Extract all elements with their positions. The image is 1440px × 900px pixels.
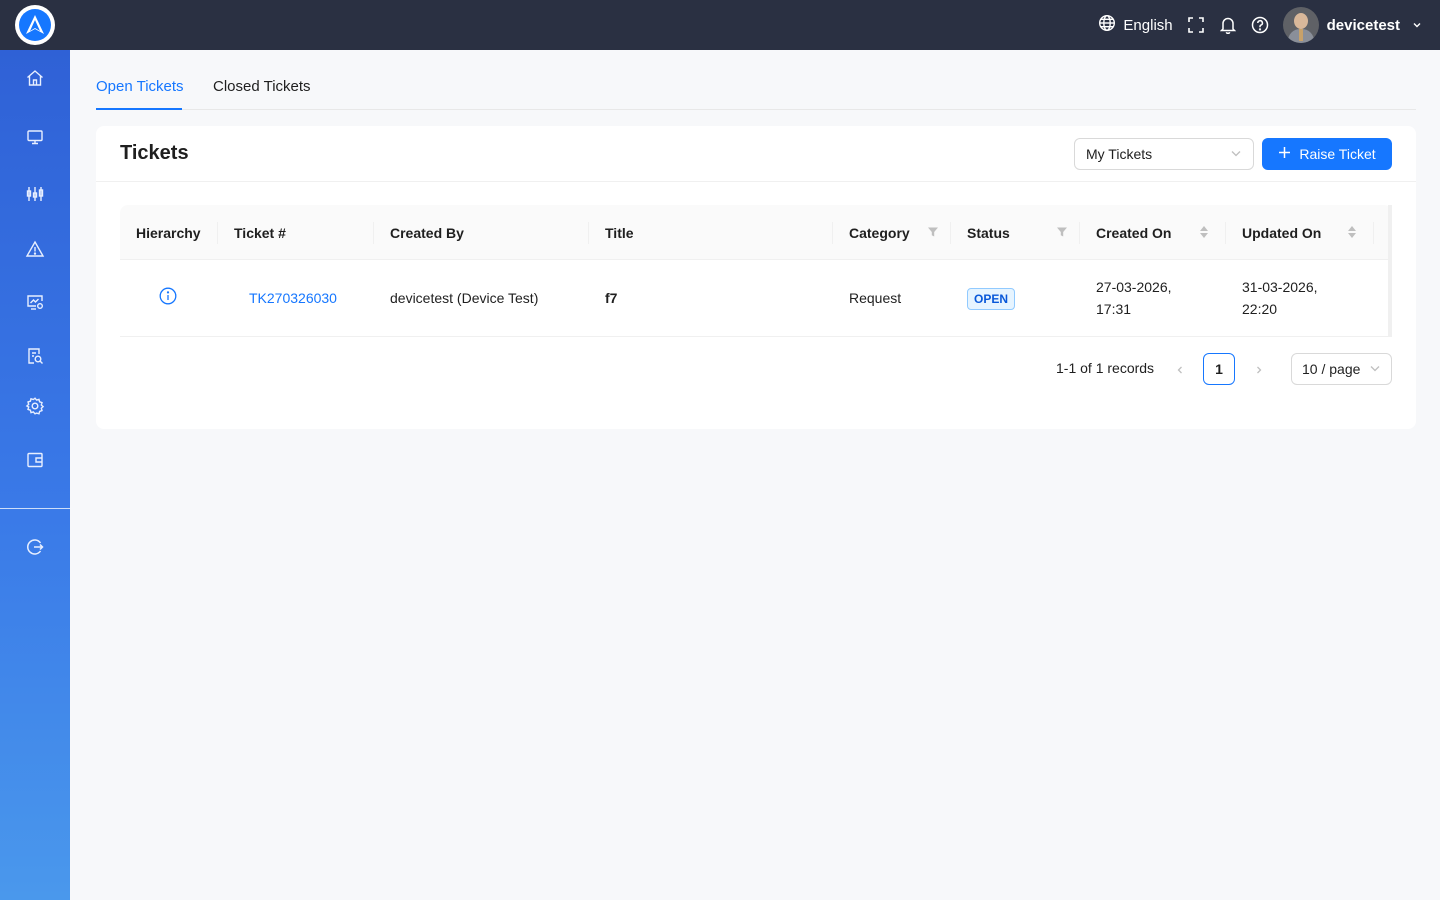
avatar[interactable] [1282, 7, 1319, 43]
sidebar-item-alerts[interactable] [0, 233, 70, 269]
filter-icon[interactable] [927, 225, 939, 243]
gear-icon [25, 396, 45, 421]
sidebar-item-analytics[interactable] [0, 178, 70, 214]
column-header-hierarchy: Hierarchy [136, 224, 201, 241]
records-count: 1-1 of 1 records [1056, 360, 1155, 376]
sort-icon[interactable] [1199, 225, 1209, 244]
home-icon [25, 68, 45, 93]
column-header-created-on: Created On [1096, 224, 1172, 241]
column-header-updated-on: Updated On [1242, 224, 1322, 241]
table-scroll-edge [1388, 205, 1392, 337]
fullscreen-icon[interactable] [1187, 16, 1205, 34]
globe-icon [1098, 14, 1116, 36]
top-bar: English devicetest [0, 0, 1440, 50]
language-label: English [1123, 16, 1173, 34]
chevron-down-icon [1369, 361, 1381, 377]
chevron-down-icon [1230, 146, 1242, 162]
sidebar-item-settings[interactable] [0, 390, 70, 426]
warning-icon [25, 239, 45, 264]
column-header-created-by: Created By [390, 224, 464, 241]
card-header: Tickets My Tickets Raise Ticket [96, 126, 1416, 182]
column-header-category: Category [849, 224, 910, 241]
previous-page-button[interactable] [1168, 358, 1192, 382]
plus-icon [1278, 146, 1291, 162]
page-number-button[interactable]: 1 [1203, 353, 1235, 385]
ticket-filter-select[interactable]: My Tickets [1074, 138, 1254, 170]
next-page-button[interactable] [1247, 358, 1271, 382]
sort-icon[interactable] [1347, 225, 1357, 244]
report-search-icon [25, 346, 45, 371]
tab-closed-tickets[interactable]: Closed Tickets [213, 78, 311, 95]
ticket-filter-value: My Tickets [1086, 146, 1153, 162]
monitor-icon [25, 127, 45, 152]
username-label[interactable]: devicetest [1327, 17, 1400, 34]
bell-icon[interactable] [1219, 16, 1237, 34]
created-by-cell: devicetest (Device Test) [390, 290, 539, 306]
monitor-gear-icon [25, 292, 45, 317]
sidebar-item-logout[interactable] [0, 531, 70, 567]
raise-ticket-label: Raise Ticket [1299, 146, 1376, 162]
logo-mark-icon [19, 9, 51, 41]
category-cell: Request [849, 290, 902, 306]
created-on-time: 17:31 [1096, 301, 1132, 317]
tab-open-tickets[interactable]: Open Tickets [96, 78, 184, 95]
sidebar [0, 50, 70, 900]
filter-icon[interactable] [1056, 225, 1068, 243]
column-header-title: Title [605, 224, 634, 241]
status-badge: OPEN [967, 288, 1016, 310]
raise-ticket-button[interactable]: Raise Ticket [1262, 138, 1392, 170]
table-header: Hierarchy Ticket # Created By Title Cate… [120, 205, 1392, 260]
table-row: TK270326030 devicetest (Device Test) f7 … [120, 260, 1392, 337]
language-selector[interactable]: English [1098, 14, 1173, 36]
page-size-select[interactable]: 10 / page [1291, 353, 1392, 385]
sidebar-item-wallet[interactable] [0, 444, 70, 480]
tickets-card: Tickets My Tickets Raise Ticket Hierarch… [96, 126, 1416, 429]
wallet-icon [25, 450, 45, 475]
ticket-number-link[interactable]: TK270326030 [249, 290, 337, 306]
app-logo[interactable] [15, 5, 55, 45]
column-header-ticket: Ticket # [234, 224, 286, 241]
page-title: Tickets [120, 142, 189, 164]
updated-on-date: 31-03-2026, [1242, 279, 1318, 295]
updated-on-time: 22:20 [1242, 301, 1278, 317]
chevron-down-icon[interactable] [1412, 17, 1422, 34]
info-icon[interactable] [159, 287, 177, 308]
ticket-tabs: Open Tickets Closed Tickets [96, 64, 1416, 110]
sidebar-item-devices[interactable] [0, 121, 70, 157]
logout-icon [25, 537, 45, 562]
sidebar-divider [0, 508, 70, 509]
top-right-toolbar: English devicetest [1098, 0, 1422, 50]
sliders-icon [25, 184, 45, 209]
created-on-date: 27-03-2026, [1096, 279, 1172, 295]
sidebar-item-home[interactable] [0, 62, 70, 98]
column-header-status: Status [967, 224, 1010, 241]
sidebar-item-device-settings[interactable] [0, 286, 70, 322]
sidebar-item-reports[interactable] [0, 340, 70, 376]
page-size-value: 10 / page [1302, 361, 1361, 377]
title-cell: f7 [605, 290, 618, 306]
active-tab-indicator [96, 108, 182, 110]
help-icon[interactable] [1251, 16, 1269, 34]
